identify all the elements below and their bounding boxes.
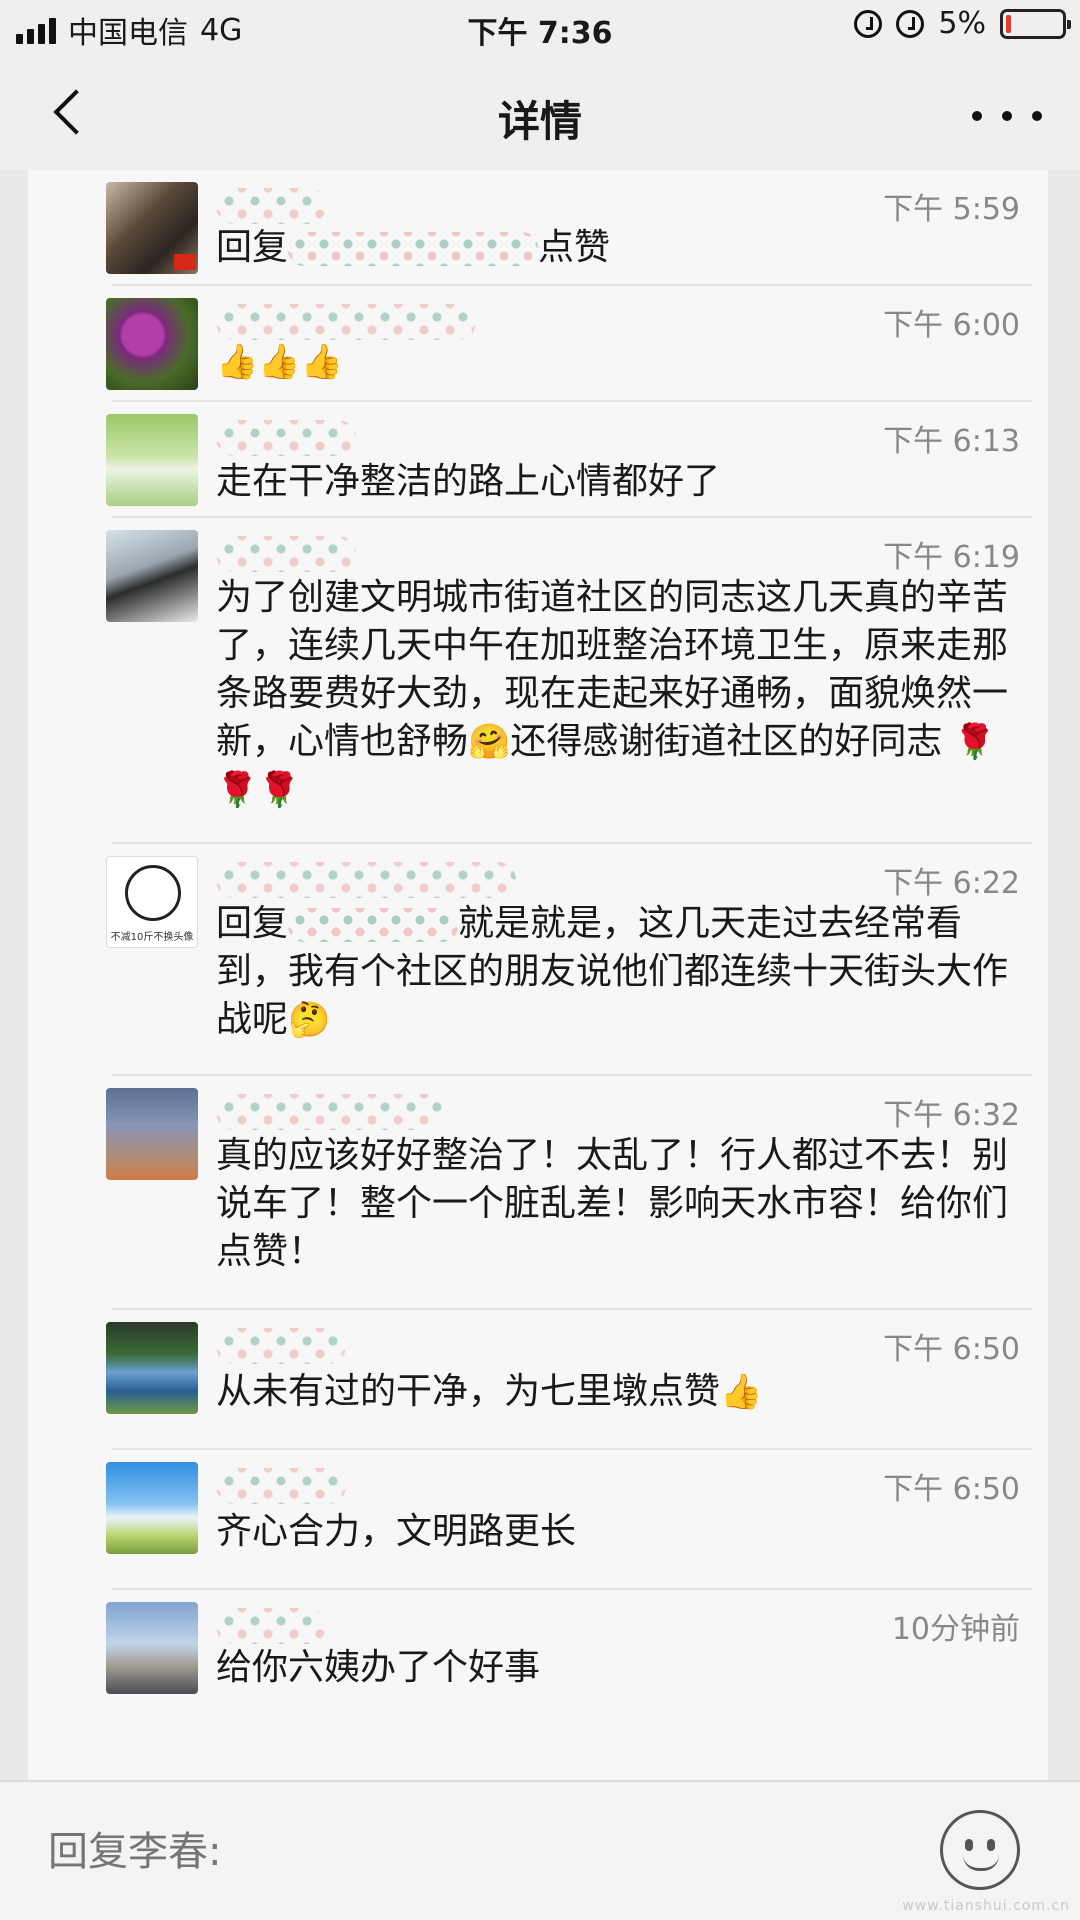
blurred-mention [288, 908, 459, 942]
blurred-username[interactable] [216, 536, 356, 572]
blurred-username[interactable] [216, 862, 516, 898]
comment-time: 下午 6:50 [883, 1332, 1020, 1367]
comment-text-post: 点赞 [538, 227, 611, 268]
comment-time: 下午 6:00 [883, 308, 1020, 343]
comment-time: 下午 6:32 [883, 1098, 1020, 1133]
blurred-username[interactable] [216, 1094, 446, 1130]
chevron-left-icon[interactable] [40, 84, 100, 144]
avatar[interactable]: 不减10斤不换头像 [106, 856, 198, 948]
comment-time: 下午 6:19 [883, 540, 1020, 575]
comment-item[interactable]: 下午 6:00 👍👍👍 [106, 286, 1032, 402]
avatar[interactable] [106, 1602, 198, 1694]
status-bar: 中国电信 4G 下午 7:36 5% [0, 0, 1080, 58]
avatar[interactable] [106, 1462, 198, 1554]
blurred-username[interactable] [216, 1608, 326, 1644]
comment-item[interactable]: 下午 6:50 从未有过的干净，为七里墩点赞👍 [106, 1310, 1032, 1450]
alarm-icon [854, 9, 883, 38]
avatar[interactable] [106, 1322, 198, 1414]
blurred-mention [288, 232, 539, 266]
thinking-emoji: 🤔 [288, 1000, 331, 1040]
comment-time: 下午 5:59 [883, 192, 1020, 227]
thumbs-up-emojis: 👍👍👍 [216, 342, 344, 382]
comment-text-pre: 回复 [216, 227, 289, 268]
avatar[interactable] [106, 414, 198, 506]
comment-time: 下午 6:22 [883, 866, 1020, 901]
battery-icon [1000, 8, 1071, 39]
blurred-username[interactable] [216, 1468, 346, 1504]
comment-time: 10分钟前 [891, 1612, 1020, 1647]
thumbs-up-emoji: 👍 [720, 1372, 763, 1412]
comment-item[interactable]: 下午 5:59 回复 点赞 [106, 170, 1032, 286]
comment-text-main: 从未有过的干净，为七里墩点赞 [216, 1371, 721, 1412]
blurred-username[interactable] [216, 420, 356, 456]
battery-fill [1006, 14, 1011, 33]
reply-bar: www.tianshui.com.cn [0, 1780, 1080, 1920]
avatar-caption: 不减10斤不换头像 [110, 932, 194, 943]
battery-percent: 5% [938, 6, 986, 41]
comment-item[interactable]: 下午 6:32 真的应该好好整治了！太乱了！行人都过不去！别说车了！整个一个脏乱… [106, 1076, 1032, 1310]
reply-input[interactable] [28, 1802, 918, 1902]
watermark: www.tianshui.com.cn [902, 1898, 1070, 1914]
comment-item[interactable]: 下午 6:50 齐心合力，文明路更长 [106, 1450, 1032, 1590]
more-dots-icon[interactable] [972, 96, 1042, 136]
avatar[interactable] [106, 182, 198, 274]
china-flag-icon [174, 254, 196, 270]
comment-text-b: 还得感谢街道社区的好同志 [510, 721, 943, 762]
comment-list[interactable]: 下午 5:59 回复 点赞 下午 6:00 👍👍👍 下午 6:13 走在干净整洁的… [28, 170, 1048, 1780]
comment-text-pre: 回复 [216, 903, 289, 944]
avatar[interactable] [106, 1088, 198, 1180]
nav-bar: 详情 [0, 58, 1080, 170]
comment-item[interactable]: 10分钟前 给你六姨办了个好事 [106, 1590, 1032, 1706]
blurred-username[interactable] [216, 1328, 346, 1364]
smiley-face-icon[interactable] [940, 1810, 1020, 1890]
status-right: 5% [854, 6, 1071, 41]
comment-item[interactable]: 下午 6:13 走在干净整洁的路上心情都好了 [106, 402, 1032, 518]
comment-item[interactable]: 下午 6:19 为了创建文明城市街道社区的同志这几天真的辛苦了，连续几天中午在加… [106, 518, 1032, 844]
comment-time: 下午 6:13 [883, 424, 1020, 459]
avatar[interactable] [106, 530, 198, 622]
bunny-drawing [125, 865, 181, 921]
blurred-username[interactable] [216, 188, 326, 224]
blurred-username[interactable] [216, 304, 476, 340]
avatar[interactable] [106, 298, 198, 390]
page-title: 详情 [497, 97, 582, 146]
rotation-lock-icon [896, 9, 925, 38]
comment-time: 下午 6:50 [883, 1472, 1020, 1507]
comment-item[interactable]: 不减10斤不换头像 下午 6:22 回复 就是就是，这几天走过去经常看到，我有个社… [106, 844, 1032, 1076]
hug-emoji: 🤗 [468, 722, 511, 762]
